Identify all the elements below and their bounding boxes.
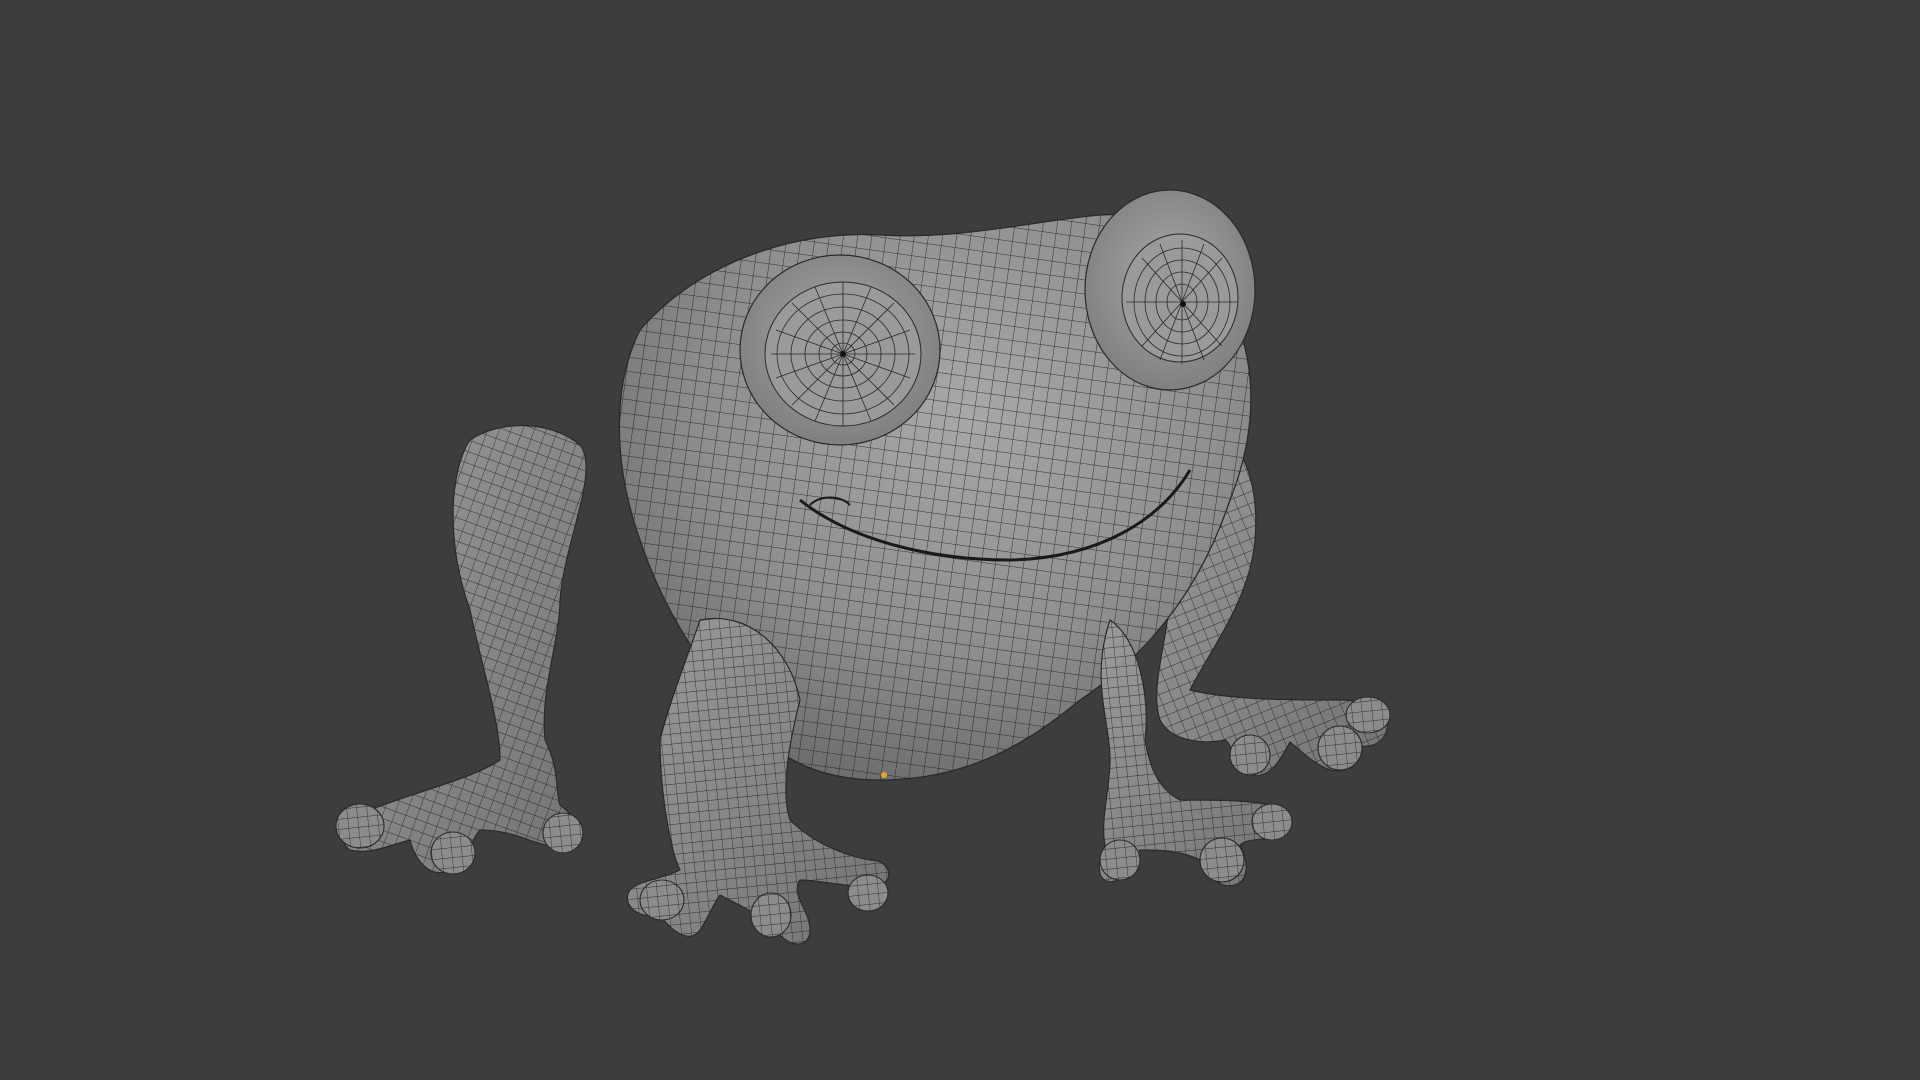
3d-viewport[interactable] — [0, 0, 1920, 1080]
back-left-leg — [342, 425, 587, 874]
frog-mesh[interactable] — [335, 189, 1391, 945]
viewport-canvas[interactable] — [0, 0, 1920, 1080]
object-origin-dot[interactable] — [881, 772, 887, 778]
left-eye — [739, 254, 941, 446]
right-eye — [1084, 189, 1256, 391]
